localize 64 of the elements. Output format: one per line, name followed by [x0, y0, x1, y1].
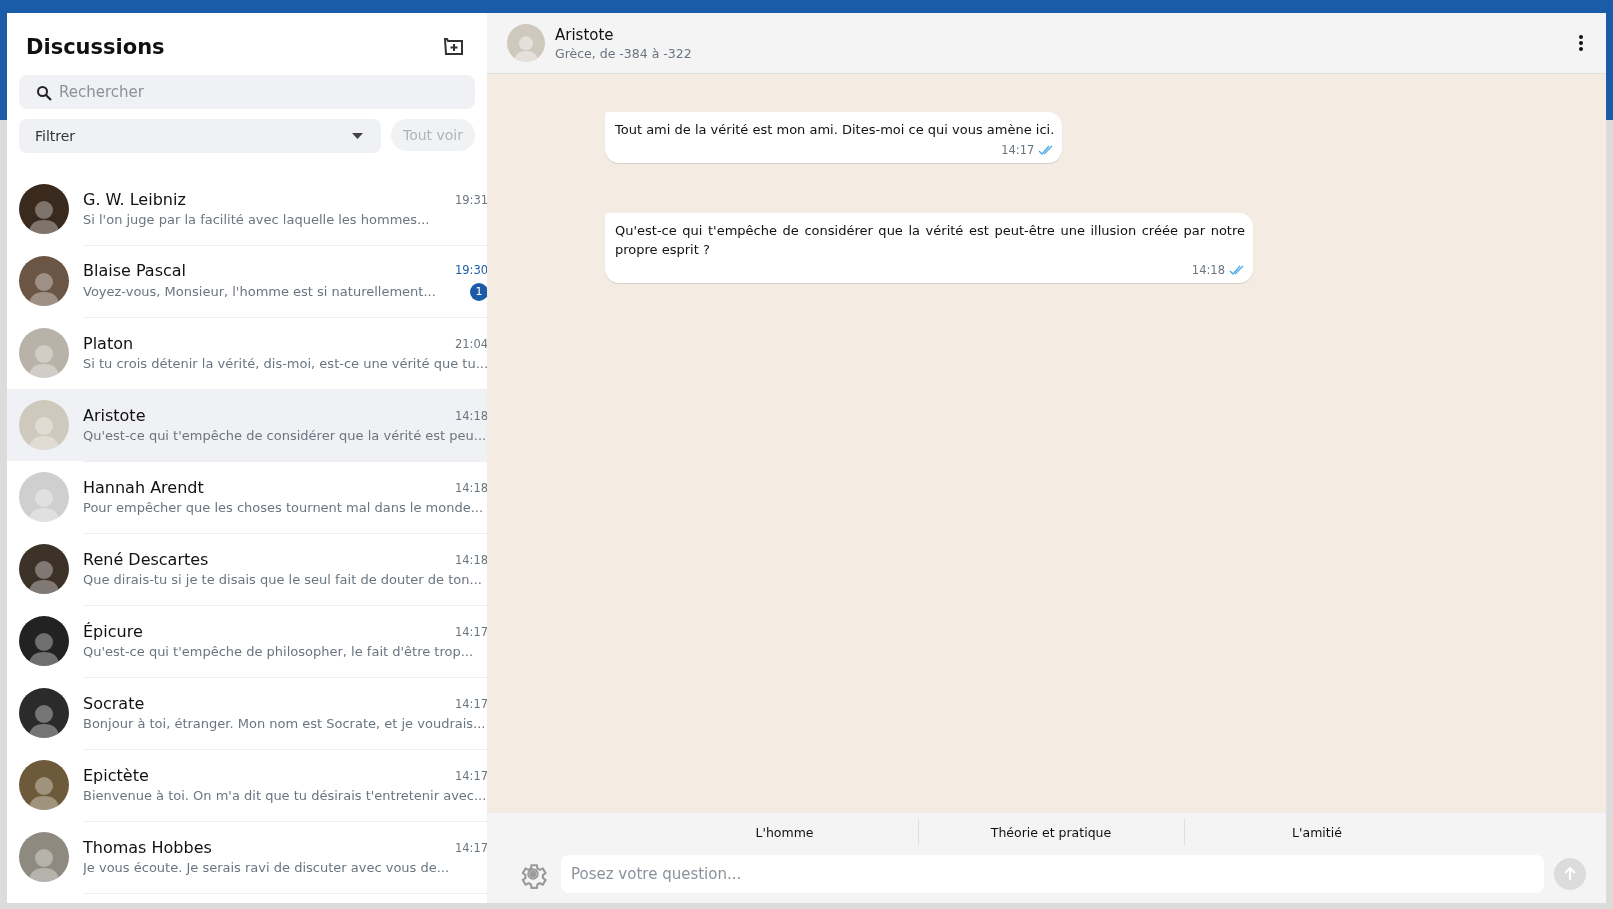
contact-name: Platon: [83, 334, 134, 353]
double-check-icon: [1038, 145, 1055, 155]
search-icon: [36, 85, 52, 101]
message-preview: Si l'on juge par la facilité avec laquelle les hommes...: [83, 212, 430, 227]
search-field[interactable]: Rechercher: [19, 75, 475, 109]
message-time: 14:17: [454, 840, 487, 855]
avatar: [19, 184, 69, 234]
contact-name: René Descartes: [83, 550, 209, 569]
message-preview: Je vous écoute. Je serais ravi de discuter avec vous de...: [83, 860, 450, 875]
message-time: 14:18: [454, 552, 487, 567]
caret-icon: [351, 133, 363, 139]
contact-name: Thomas Hobbes: [83, 838, 212, 857]
suggestion-chip[interactable]: L'homme: [651, 819, 918, 845]
new-chat-icon: [443, 38, 465, 56]
avatar: [19, 328, 69, 378]
message-text: Tout ami de la vérité est mon ami. Dites-moi ce qui vous amène ici.: [615, 121, 1055, 139]
more-options-icon: [1578, 34, 1584, 52]
avatar: [507, 24, 545, 62]
chat-contact-name: Aristote: [555, 25, 615, 44]
message-time: 14:17: [1001, 143, 1035, 157]
contact-name: Socrate: [83, 694, 145, 713]
message-preview: Bienvenue à toi. On m'a dit que tu désirais t'entretenir avec...: [83, 788, 487, 803]
message-preview: Qu'est-ce qui t'empêche de philosopher, le fait d'être trop...: [83, 644, 474, 659]
unread-count: 1: [470, 282, 487, 301]
question-input[interactable]: Posez votre question...: [561, 855, 1544, 893]
message-time: 14:18: [454, 408, 487, 423]
contact-name: Aristote: [83, 406, 146, 425]
double-check-icon: [1229, 265, 1245, 275]
message-time: 19:30: [454, 263, 487, 277]
message-time: 14:18: [1191, 263, 1225, 277]
message-preview: Bonjour à toi, étranger. Mon nom est Socrate, et je voudrais...: [83, 716, 486, 731]
message-time: 14:18: [454, 480, 487, 495]
contact-name: G. W. Leibniz: [83, 190, 186, 209]
message-preview: Si tu crois détenir la vérité, dis-moi, est-ce une vérité que tu...: [83, 356, 487, 371]
message-time: 21:04: [454, 336, 487, 351]
sidebar-title: Discussions: [26, 35, 165, 59]
message-preview: Que dirais-tu si je te disais que le seul fait de douter de ton...: [83, 572, 482, 587]
avatar: [19, 832, 69, 882]
message-preview: Qu'est-ce qui t'empêche de considérer que la vérité est peu...: [83, 428, 487, 443]
avatar: [19, 616, 69, 666]
suggestion-chip[interactable]: Théorie et pratique: [917, 819, 1184, 845]
message-text: Qu'est-ce qui t'empêche de considérer que la vérité est peut-être une illusion créée par notre propre esprit ?: [615, 222, 1245, 259]
avatar: [19, 544, 69, 594]
avatar: [19, 760, 69, 810]
message-preview: Voyez-vous, Monsieur, l'homme est si naturellement...: [83, 284, 436, 299]
message-time: 14:17: [454, 768, 487, 783]
message-preview: Pour empêcher que les choses tournent mal dans le monde...: [83, 500, 484, 515]
chat-contact-subtitle: Grèce, de -384 à -322: [555, 45, 693, 61]
filter-dropdown[interactable]: Filtrer: [19, 119, 381, 153]
more-options-button[interactable]: [1576, 32, 1586, 54]
contact-name: Blaise Pascal: [83, 260, 187, 280]
arrow-up-icon: [1562, 866, 1578, 882]
message-time: 14:17: [454, 696, 487, 711]
contact-name: Epictète: [83, 766, 149, 785]
message-time: 14:17: [454, 624, 487, 639]
message-time: 19:31: [454, 192, 487, 207]
avatar: [19, 256, 69, 306]
avatar: [19, 472, 69, 522]
contact-name: Épicure: [83, 622, 143, 641]
avatar: [19, 400, 69, 450]
avatar: [19, 688, 69, 738]
suggestion-chip[interactable]: L'amitié: [1183, 819, 1450, 845]
contact-name: Hannah Arendt: [83, 478, 204, 497]
conversation-item[interactable]: Aristote 14:18 Qu'est-ce qui t'empêche de considérer que la vérité est peu...: [7, 389, 487, 461]
